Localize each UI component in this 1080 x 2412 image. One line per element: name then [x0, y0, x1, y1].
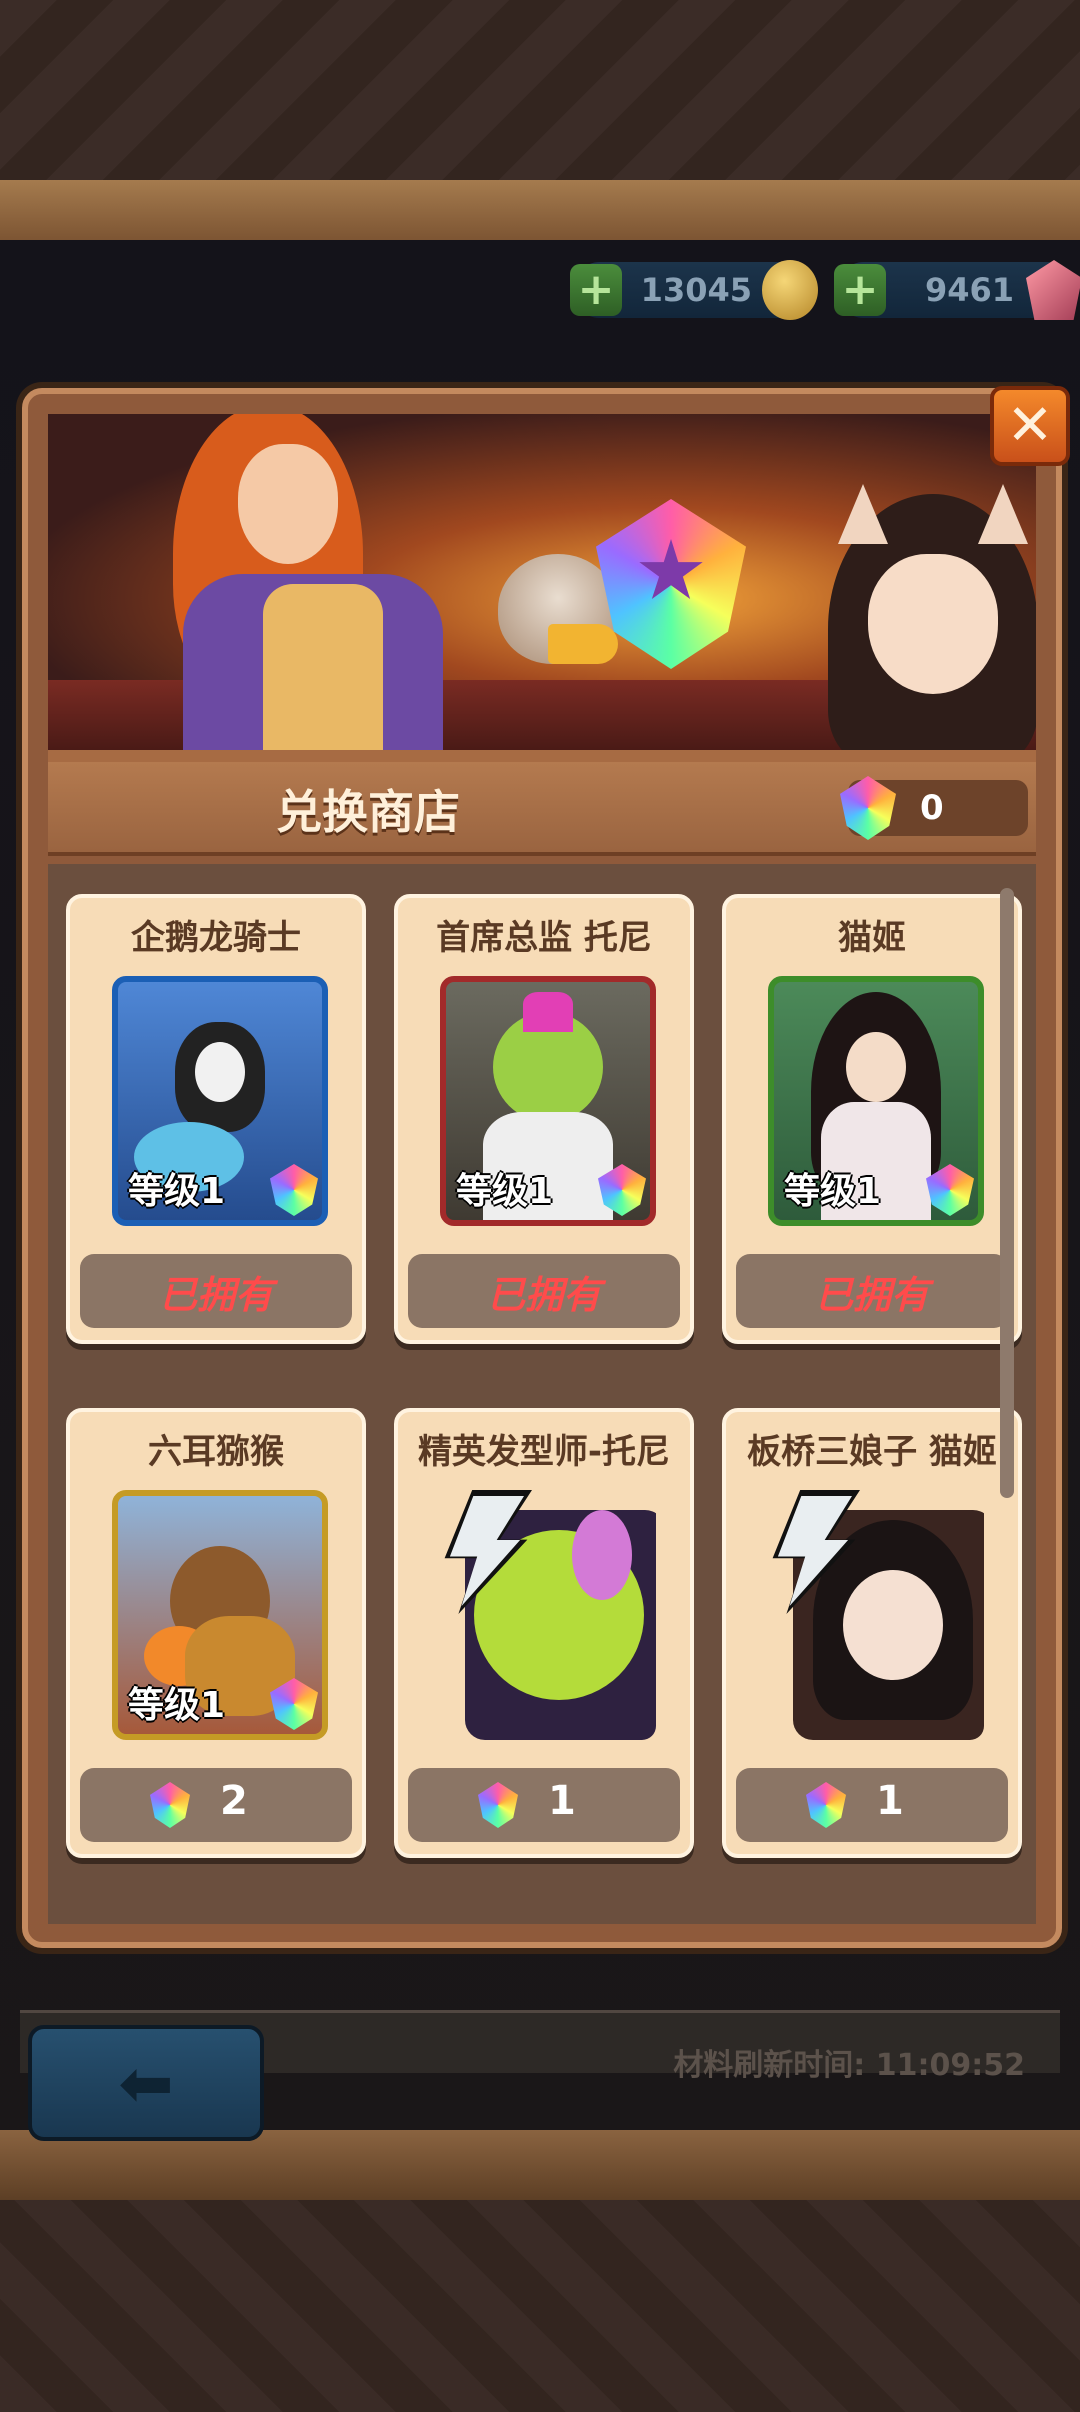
scrollbar[interactable] — [1000, 888, 1014, 1498]
shop-item-card[interactable]: 企鹅龙骑士 等级1 已拥有 — [66, 894, 366, 1344]
background-bottom — [0, 2200, 1080, 2412]
refresh-time-text: 材料刷新时间: 11:09:52 — [673, 2048, 1025, 2083]
skin-portrait — [768, 1490, 984, 1740]
gold-currency-bar: + 13045 — [570, 260, 818, 320]
level-label: 等级1 — [456, 1171, 554, 1212]
plus-icon[interactable]: + — [834, 264, 886, 316]
rarity-gem-icon — [270, 1164, 318, 1216]
shop-item-card[interactable]: 首席总监 托尼 等级1 已拥有 — [394, 894, 694, 1344]
shop-title-bar: 兑换商店 0 — [48, 762, 1036, 856]
hero-portrait: 等级1 — [440, 976, 656, 1226]
owned-status: 已拥有 — [408, 1254, 680, 1328]
bird-beak — [548, 624, 618, 664]
exchange-token-icon — [806, 1782, 846, 1828]
shop-item-card[interactable]: 六耳猕猴 等级1 2 — [66, 1408, 366, 1858]
item-name: 企鹅龙骑士 — [131, 918, 301, 958]
shopkeeper-character — [143, 414, 463, 750]
exchange-token-icon — [478, 1782, 518, 1828]
item-name: 猫姬 — [838, 918, 906, 958]
hero-portrait: 等级1 — [768, 976, 984, 1226]
price: 2 — [220, 1778, 248, 1824]
item-name: 精英发型师-托尼 — [417, 1432, 671, 1472]
hero-portrait: 等级1 — [112, 976, 328, 1226]
owned-status: 已拥有 — [736, 1254, 1008, 1328]
buy-button[interactable]: 1 — [736, 1768, 1008, 1842]
close-button[interactable]: ✕ — [990, 386, 1070, 466]
level-label: 等级1 — [128, 1685, 226, 1726]
level-label: 等级1 — [784, 1171, 882, 1212]
plus-icon[interactable]: + — [570, 264, 622, 316]
background-top-band — [0, 180, 1080, 240]
item-name: 首席总监 托尼 — [436, 918, 652, 958]
price: 1 — [876, 1778, 904, 1824]
catgirl-character — [808, 484, 1036, 750]
shop-item-card[interactable]: 板桥三娘子 猫姬 1 — [722, 1408, 1022, 1858]
owned-status: 已拥有 — [80, 1254, 352, 1328]
close-icon: ✕ — [1006, 393, 1054, 458]
price: 1 — [548, 1778, 576, 1824]
buy-button[interactable]: 1 — [408, 1768, 680, 1842]
token-count: 0 — [920, 788, 944, 828]
shop-item-card[interactable]: 精英发型师-托尼 1 — [394, 1408, 694, 1858]
gem-amount: 9461 — [924, 271, 1014, 309]
skin-portrait — [440, 1490, 656, 1740]
gem-currency-bar: + 9461 — [834, 260, 1080, 320]
token-counter: 0 — [840, 776, 1028, 840]
exchange-shop-panel: 兑换商店 0 企鹅龙骑士 等级1 已拥有 首席总监 托尼 等级1 已拥有 猫姬 … — [22, 388, 1062, 1948]
exchange-token-icon — [150, 1782, 190, 1828]
back-button[interactable]: ⬅ — [28, 2025, 264, 2141]
item-name: 六耳猕猴 — [148, 1432, 284, 1472]
shop-banner — [48, 414, 1036, 762]
shop-item-card[interactable]: 猫姬 等级1 已拥有 — [722, 894, 1022, 1344]
back-arrow-icon: ⬅ — [118, 2044, 174, 2122]
item-name: 板桥三娘子 猫姬 — [747, 1432, 997, 1472]
shop-items-grid: 企鹅龙骑士 等级1 已拥有 首席总监 托尼 等级1 已拥有 猫姬 等级1 已拥有… — [48, 864, 1036, 1924]
shop-title: 兑换商店 — [276, 785, 460, 839]
gold-amount: 13045 — [640, 271, 752, 309]
background-top — [0, 0, 1080, 190]
level-label: 等级1 — [128, 1171, 226, 1212]
hero-portrait: 等级1 — [112, 1490, 328, 1740]
buy-button[interactable]: 2 — [80, 1768, 352, 1842]
exchange-token-icon — [840, 776, 896, 840]
gold-coin-icon — [762, 260, 818, 320]
